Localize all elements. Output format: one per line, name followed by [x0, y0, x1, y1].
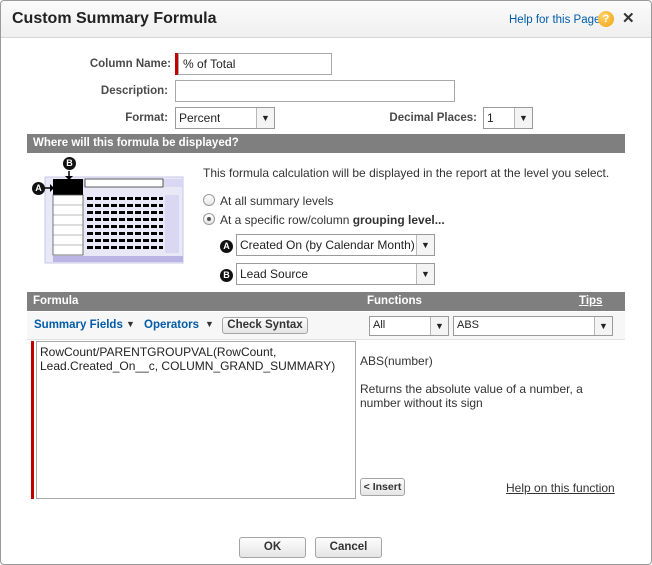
formula-line-1: RowCount/PARENTGROUPVAL(RowCount, — [40, 345, 277, 359]
grouping-level-diagram: B A — [31, 157, 191, 269]
function-signature: ABS(number) — [360, 354, 433, 368]
functions-category-value: All — [373, 319, 386, 331]
grouping-diagram-graphic — [44, 171, 184, 264]
check-syntax-button[interactable]: Check Syntax — [222, 317, 308, 334]
grouping-b-select[interactable]: Lead Source ▼ — [236, 263, 435, 285]
radio-all-summary-levels[interactable] — [203, 194, 215, 206]
custom-summary-formula-dialog: Custom Summary Formula Help for this Pag… — [0, 0, 652, 565]
decimal-places-select[interactable]: 1 ▼ — [483, 107, 533, 129]
grouping-b-value: Lead Source — [240, 267, 309, 281]
functions-category-select[interactable]: All ▼ — [369, 316, 449, 336]
cancel-button[interactable]: Cancel — [315, 537, 382, 558]
display-section-title: Where will this formula be displayed? — [33, 137, 239, 149]
format-label: Format: — [125, 112, 168, 124]
formula-line-2: Lead.Created_On__c, COLUMN_GRAND_SUMMARY… — [40, 359, 336, 373]
formula-required-indicator — [31, 341, 34, 499]
chevron-down-icon: ▼ — [430, 317, 448, 335]
chevron-down-icon: ▼ — [256, 108, 274, 128]
help-icon[interactable]: ? — [598, 11, 614, 27]
radio-specific-grouping-level[interactable] — [203, 213, 215, 225]
grouping-b-badge: B — [220, 269, 233, 282]
dialog-header: Custom Summary Formula Help for this Pag… — [1, 1, 651, 38]
option-specific-label: At a specific row/column grouping level.… — [220, 213, 445, 227]
chevron-down-icon[interactable]: ▼ — [126, 319, 135, 329]
column-name-input[interactable]: % of Total — [178, 53, 332, 75]
display-info-text: This formula calculation will be display… — [203, 166, 610, 180]
option-specific-bold: grouping level... — [352, 213, 445, 227]
format-select-value: Percent — [179, 111, 221, 125]
option-specific-text: At a specific row/column — [220, 213, 353, 227]
function-description: Returns the absolute value of a number, … — [360, 382, 583, 410]
diagram-badge-a: A — [32, 182, 45, 195]
formula-section-header: Formula Functions Tips — [27, 292, 625, 311]
help-on-function-link[interactable]: Help on this function — [506, 481, 615, 495]
description-label: Description: — [100, 85, 168, 97]
column-name-label: Column Name: — [89, 58, 171, 70]
dialog-title: Custom Summary Formula — [12, 10, 217, 27]
formula-editor[interactable]: RowCount/PARENTGROUPVAL(RowCount, Lead.C… — [36, 341, 356, 499]
chevron-down-icon: ▼ — [514, 108, 532, 128]
chevron-down-icon: ▼ — [594, 317, 612, 335]
tips-link[interactable]: Tips — [579, 295, 602, 307]
help-for-page-link[interactable]: Help for this Page — [509, 14, 600, 26]
format-select[interactable]: Percent ▼ — [175, 107, 275, 129]
grouping-a-badge: A — [220, 240, 233, 253]
operators-menu[interactable]: Operators — [144, 319, 199, 331]
display-section-header: Where will this formula be displayed? — [27, 134, 625, 153]
decimal-places-label: Decimal Places: — [389, 112, 477, 124]
functions-list-select[interactable]: ABS ▼ — [453, 316, 613, 336]
description-input[interactable] — [175, 80, 455, 102]
summary-fields-menu[interactable]: Summary Fields — [34, 319, 123, 331]
close-icon[interactable]: ✕ — [622, 10, 635, 28]
chevron-down-icon: ▼ — [416, 235, 434, 255]
grouping-a-value: Created On (by Calendar Month) — [240, 238, 414, 252]
grouping-a-select[interactable]: Created On (by Calendar Month) ▼ — [236, 234, 435, 256]
ok-button[interactable]: OK — [239, 537, 306, 558]
insert-button[interactable]: < Insert — [360, 478, 405, 496]
functions-list-value: ABS — [457, 319, 480, 331]
chevron-down-icon[interactable]: ▼ — [205, 319, 214, 329]
functions-header: Functions — [367, 295, 422, 307]
formula-header: Formula — [33, 295, 79, 307]
chevron-down-icon: ▼ — [416, 264, 434, 284]
option-all-label: At all summary levels — [220, 194, 334, 208]
decimal-places-value: 1 — [487, 111, 494, 125]
diagram-badge-b: B — [63, 157, 76, 170]
